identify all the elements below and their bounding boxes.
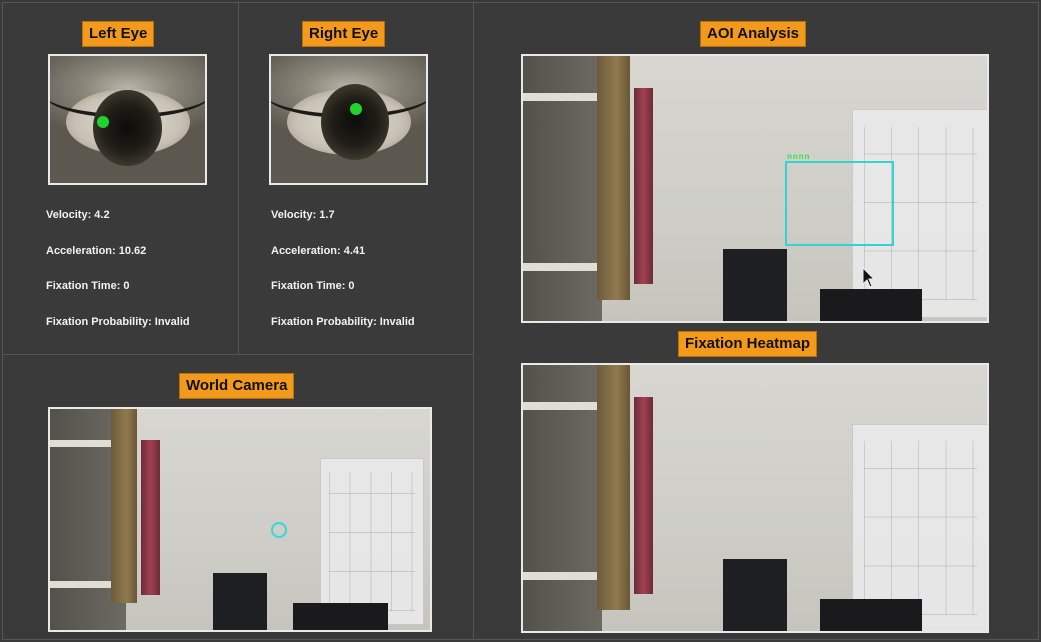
left-fixation-time: Fixation Time: 0 — [46, 280, 130, 292]
gaze-ring-icon — [271, 522, 287, 538]
aoi-box — [785, 161, 894, 246]
left-eye-image — [48, 54, 207, 185]
mouse-cursor-icon — [862, 267, 876, 288]
pupil-marker-icon — [97, 116, 109, 128]
aoi-label: nnnn — [787, 152, 811, 161]
pupil-marker-icon — [350, 103, 362, 115]
aoi-analysis-title: AOI Analysis — [700, 21, 806, 47]
left-fixation-probability: Fixation Probability: Invalid — [46, 316, 190, 328]
fixation-heatmap-view — [521, 363, 989, 633]
world-camera-title: World Camera — [179, 373, 295, 399]
right-acceleration: Acceleration: 4.41 — [271, 245, 366, 257]
left-eye-title: Left Eye — [82, 21, 155, 47]
fixation-heatmap-title: Fixation Heatmap — [678, 331, 818, 357]
left-velocity: Velocity: 4.2 — [46, 209, 110, 221]
right-velocity: Velocity: 1.7 — [271, 209, 335, 221]
world-camera-view — [48, 407, 432, 632]
right-eye-title: Right Eye — [302, 21, 386, 47]
right-fixation-time: Fixation Time: 0 — [271, 280, 355, 292]
left-acceleration: Acceleration: 10.62 — [46, 245, 147, 257]
right-fixation-probability: Fixation Probability: Invalid — [271, 316, 415, 328]
right-eye-image — [269, 54, 428, 185]
aoi-analysis-view: nnnn — [521, 54, 989, 323]
